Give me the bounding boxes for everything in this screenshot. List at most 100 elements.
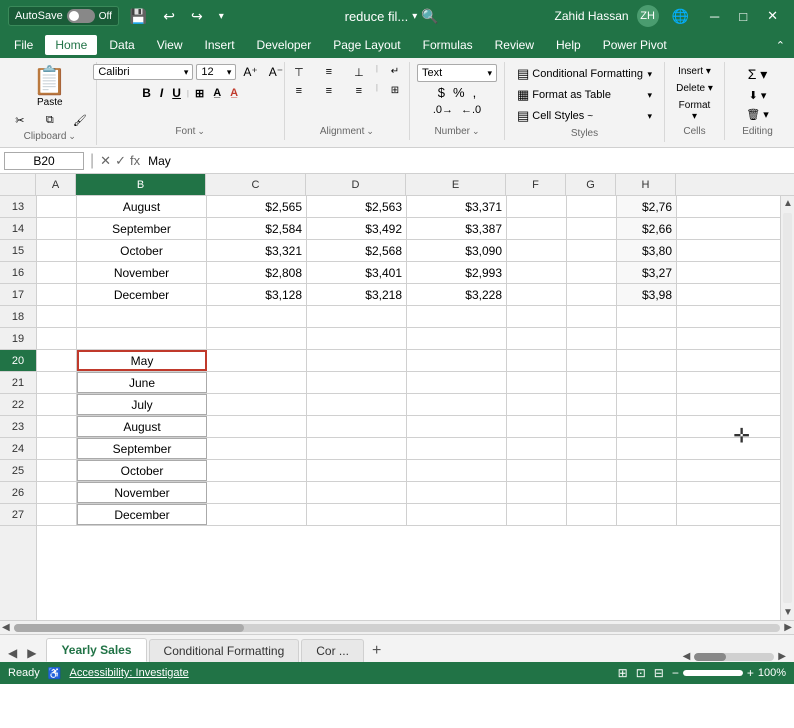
scroll-left-button[interactable]: ◀ [2, 622, 10, 633]
align-center-button[interactable]: ≡ [315, 83, 343, 99]
cell-h22[interactable] [617, 394, 677, 415]
cell-g15[interactable] [567, 240, 617, 261]
cell-g22[interactable] [567, 394, 617, 415]
cell-f21[interactable] [507, 372, 567, 393]
align-bottom-button[interactable]: ⊥ [345, 64, 373, 81]
clear-button[interactable]: 🗑 ▾ [742, 106, 773, 123]
cell-b15[interactable]: October [77, 240, 207, 261]
row-header-17[interactable]: 17 [0, 284, 36, 306]
normal-view-button[interactable]: ⊞ [618, 666, 628, 680]
scroll-track[interactable] [783, 213, 792, 603]
cell-e21[interactable] [407, 372, 507, 393]
merge-center-button[interactable]: ⊞ [381, 83, 409, 99]
increase-decimal-button[interactable]: .0→ [430, 103, 456, 117]
cell-e26[interactable] [407, 482, 507, 503]
cell-e24[interactable] [407, 438, 507, 459]
cell-a19[interactable] [37, 328, 77, 349]
cell-g20[interactable] [567, 350, 617, 371]
menu-power-pivot[interactable]: Power Pivot [593, 35, 677, 55]
cell-a16[interactable] [37, 262, 77, 283]
align-top-button[interactable]: ⊤ [285, 64, 313, 81]
font-color-button[interactable]: A̲ [226, 86, 242, 100]
cell-b16[interactable]: November [77, 262, 207, 283]
cell-a18[interactable] [37, 306, 77, 327]
cell-g14[interactable] [567, 218, 617, 239]
zoom-track[interactable] [683, 670, 743, 676]
menu-formulas[interactable]: Formulas [413, 35, 483, 55]
copy-button[interactable]: ⧉ [36, 112, 64, 129]
save-icon[interactable]: 💾 [125, 6, 152, 27]
tab-scroll-right-button[interactable]: ▶ [23, 644, 40, 662]
cell-g19[interactable] [567, 328, 617, 349]
sheet-tab-conditional-formatting[interactable]: Conditional Formatting [149, 639, 300, 662]
cell-b17[interactable]: December [77, 284, 207, 305]
decrease-font-button[interactable]: A⁻ [265, 64, 287, 80]
cell-e20[interactable] [407, 350, 507, 371]
conditional-formatting-button[interactable]: ▤ Conditional Formatting ▾ [511, 64, 658, 84]
cell-g17[interactable] [567, 284, 617, 305]
fill-color-button[interactable]: A̲ [209, 86, 225, 100]
cell-b14[interactable]: September [77, 218, 207, 239]
zoom-in-button[interactable]: + [747, 666, 754, 680]
percent-button[interactable]: % [450, 84, 468, 101]
cell-f18[interactable] [507, 306, 567, 327]
menu-review[interactable]: Review [485, 35, 544, 55]
tab-scroll-left-button[interactable]: ◀ [4, 644, 21, 662]
cell-d25[interactable] [307, 460, 407, 481]
italic-button[interactable]: I [156, 85, 167, 101]
cell-d20[interactable] [307, 350, 407, 371]
cell-c20[interactable] [207, 350, 307, 371]
cell-f27[interactable] [507, 504, 567, 525]
cell-h14[interactable]: $2,66 [617, 218, 677, 239]
cell-d19[interactable] [307, 328, 407, 349]
name-box[interactable] [4, 152, 84, 170]
cell-a20[interactable] [37, 350, 77, 371]
accessibility-label[interactable]: Accessibility: Investigate [70, 667, 189, 679]
row-header-25[interactable]: 25 [0, 460, 36, 482]
cell-c14[interactable]: $2,584 [207, 218, 307, 239]
col-header-b[interactable]: B [76, 174, 206, 195]
cell-e23[interactable] [407, 416, 507, 437]
cell-e15[interactable]: $3,090 [407, 240, 507, 261]
undo-button[interactable]: ↩ [158, 6, 180, 27]
menu-data[interactable]: Data [99, 35, 144, 55]
cell-g13[interactable] [567, 196, 617, 217]
align-right-button[interactable]: ≡ [345, 83, 373, 99]
cell-g21[interactable] [567, 372, 617, 393]
cell-b20-active[interactable]: May [77, 350, 207, 371]
tab-nav-next[interactable]: ▶ [778, 651, 786, 662]
col-header-g[interactable]: G [566, 174, 616, 195]
cell-c22[interactable] [207, 394, 307, 415]
row-header-15[interactable]: 15 [0, 240, 36, 262]
cell-b18[interactable] [77, 306, 207, 327]
cell-g26[interactable] [567, 482, 617, 503]
cell-c24[interactable] [207, 438, 307, 459]
cell-h23[interactable] [617, 416, 677, 437]
close-button[interactable]: ✕ [759, 6, 786, 26]
cell-h17[interactable]: $3,98 [617, 284, 677, 305]
cell-d14[interactable]: $3,492 [307, 218, 407, 239]
row-header-26[interactable]: 26 [0, 482, 36, 504]
minimize-button[interactable]: ─ [702, 6, 727, 26]
cell-d15[interactable]: $2,568 [307, 240, 407, 261]
col-header-d[interactable]: D [306, 174, 406, 195]
insert-cells-button[interactable]: Insert ▾ [671, 64, 718, 79]
cell-e17[interactable]: $3,228 [407, 284, 507, 305]
cell-d18[interactable] [307, 306, 407, 327]
cell-b19[interactable] [77, 328, 207, 349]
maximize-button[interactable]: □ [731, 6, 755, 26]
cell-d21[interactable] [307, 372, 407, 393]
bold-button[interactable]: B [138, 85, 155, 101]
underline-button[interactable]: U [168, 85, 185, 101]
row-header-14[interactable]: 14 [0, 218, 36, 240]
wrap-text-button[interactable]: ↵ [381, 64, 409, 81]
cell-f14[interactable] [507, 218, 567, 239]
cell-a25[interactable] [37, 460, 77, 481]
cell-c27[interactable] [207, 504, 307, 525]
cell-b25[interactable]: October [77, 460, 207, 481]
cell-c18[interactable] [207, 306, 307, 327]
cell-a23[interactable] [37, 416, 77, 437]
col-header-c[interactable]: C [206, 174, 306, 195]
customize-qat-button[interactable]: ▾ [214, 9, 229, 24]
vertical-scrollbar[interactable]: ▲ ▼ [780, 196, 794, 620]
